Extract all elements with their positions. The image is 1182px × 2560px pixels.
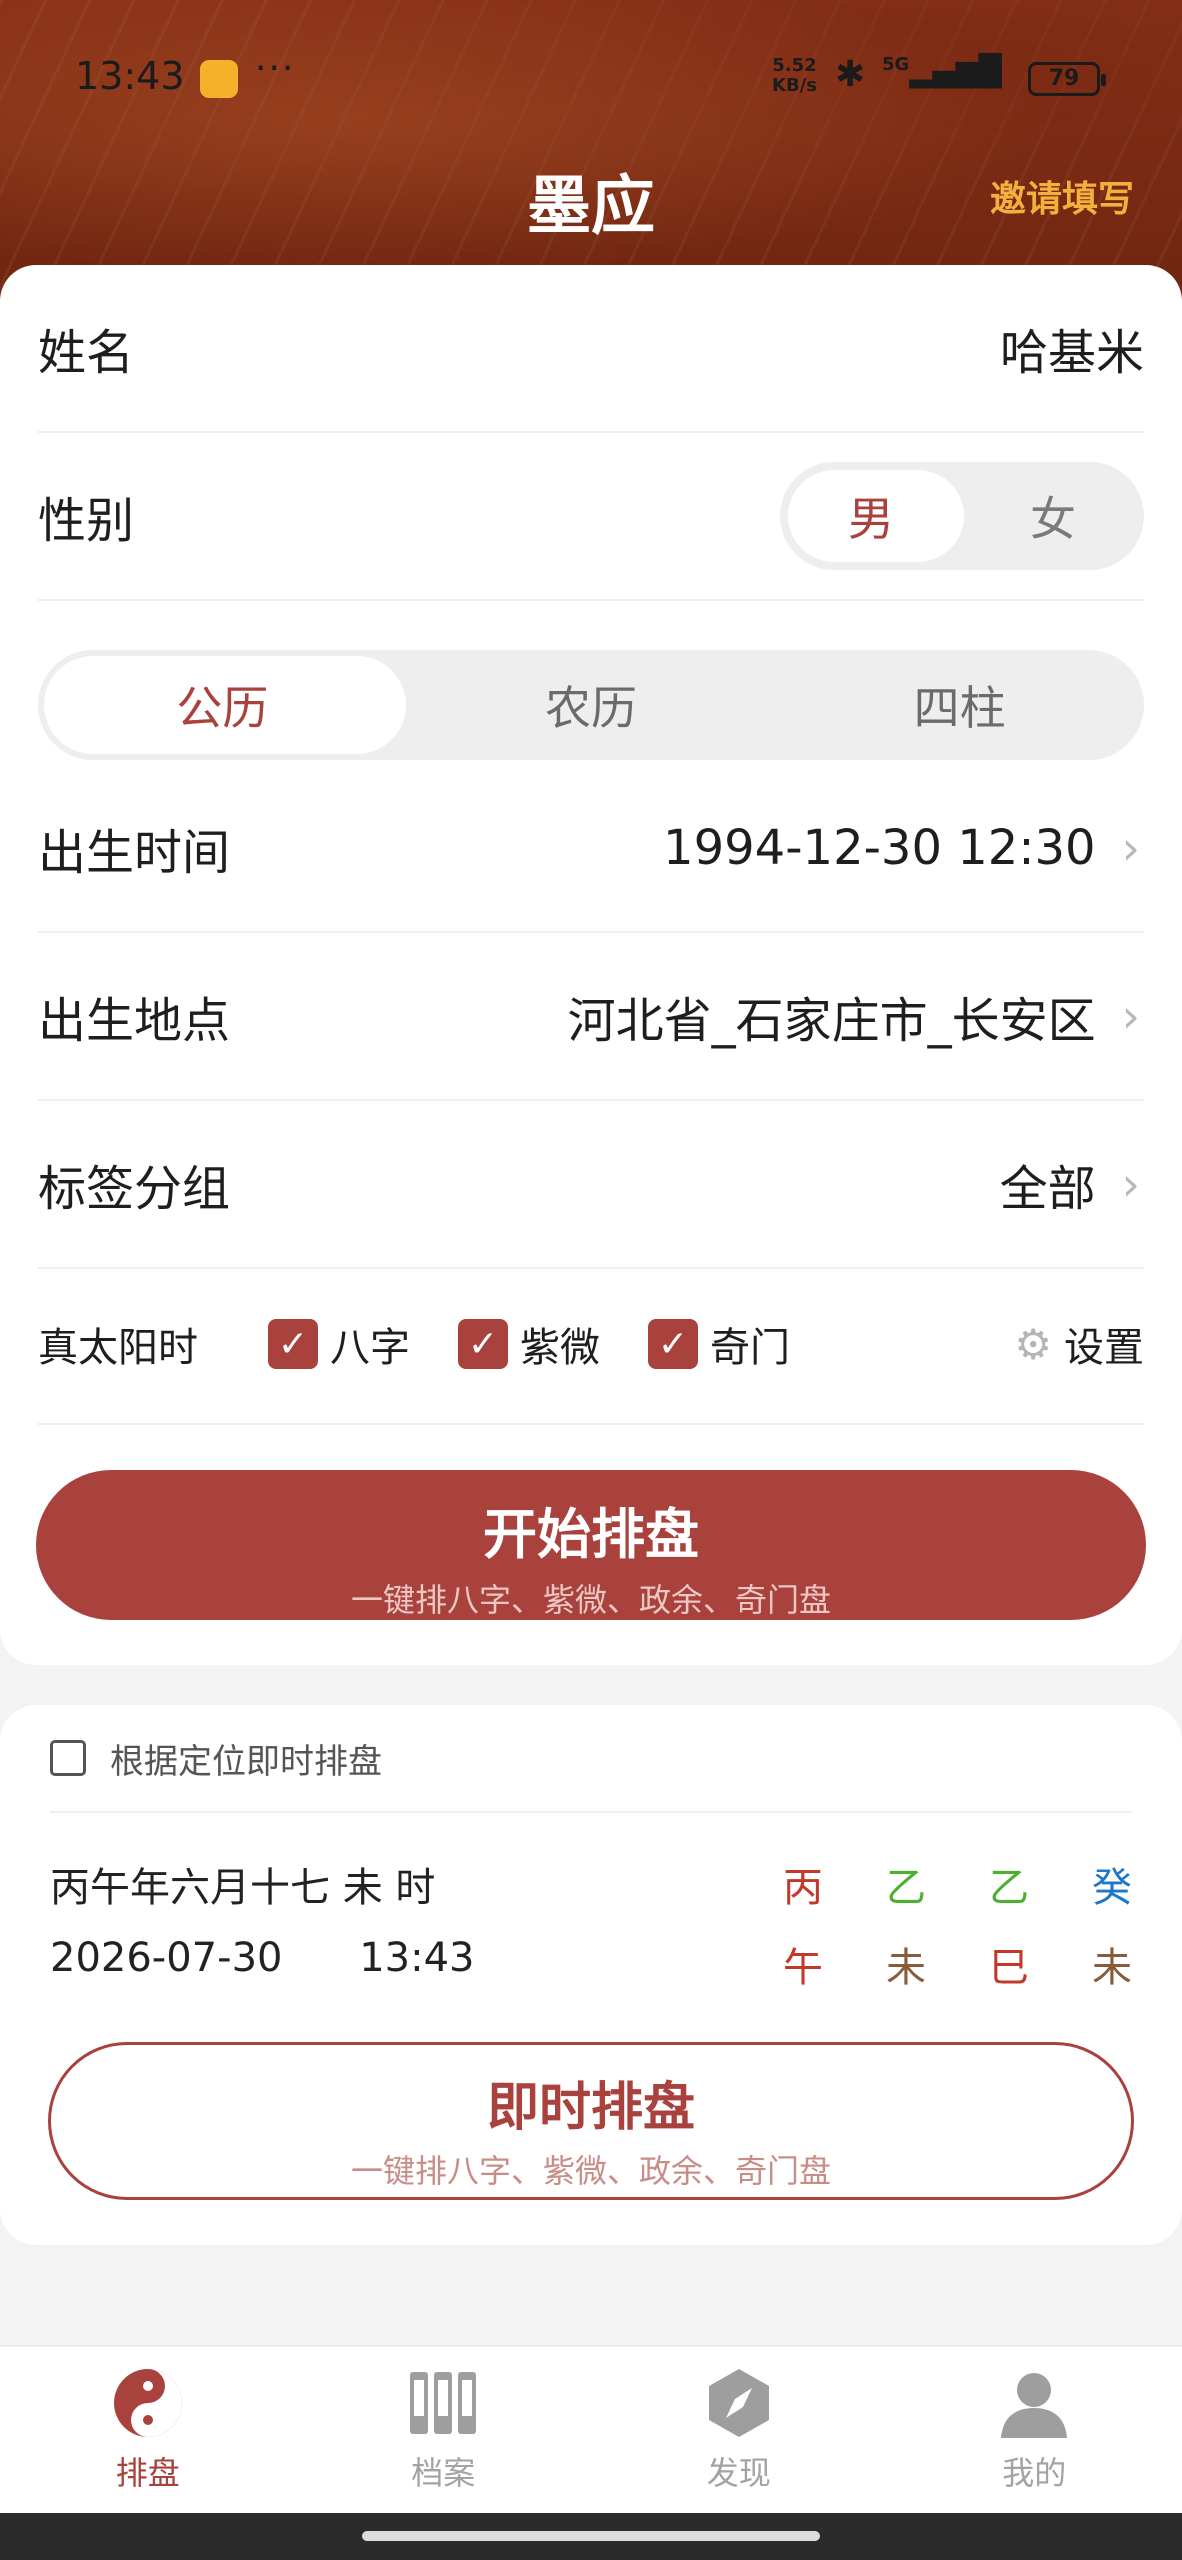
earthly-branch-day: 巳	[989, 1945, 1029, 1991]
gender-option-male[interactable]: 男	[780, 462, 962, 570]
checkbox-qimen[interactable]: ✓ 奇门	[648, 1315, 790, 1373]
location-instant-row[interactable]: 根据定位即时排盘	[50, 1705, 1132, 1813]
heavenly-stem-year: 丙	[783, 1865, 823, 1911]
current-lunar-time: 丙午年六月十七 未 时	[50, 1865, 436, 1911]
birth-place-value: 河北省_石家庄市_长安区 ›	[568, 981, 1144, 1051]
tag-group-label: 标签分组	[38, 1161, 231, 1217]
gender-label: 性别	[38, 493, 135, 549]
tab-label: 档案	[411, 2454, 476, 2492]
earthly-branch-month: 未	[886, 1945, 926, 1991]
heavenly-stem-hour: 癸	[1092, 1865, 1132, 1911]
heavenly-stem-day: 乙	[989, 1865, 1029, 1911]
bluetooth-icon: ✱	[835, 54, 866, 95]
system-nav-bar	[0, 2513, 1182, 2560]
compass-icon	[708, 2369, 769, 2437]
start-chart-button-sub: 一键排八字、紫微、政余、奇门盘	[350, 1581, 831, 1619]
earthly-branch-hour: 未	[1092, 1945, 1132, 1991]
checkbox-ziwei-label: 紫微	[520, 1325, 600, 1371]
settings-button[interactable]: ⚙ 设置	[1014, 1315, 1144, 1373]
network-speed: 5.52 KB/s	[772, 56, 817, 96]
profile-icon	[1001, 2373, 1068, 2438]
instant-chart-card: 根据定位即时排盘 丙午年六月十七 未 时 2026-07-30 13:43 丙 …	[0, 1705, 1182, 2245]
header-background: 13:43 ··· 5.52 KB/s ✱ 5G▂▄▆█ ◠ 79 墨应 邀请填…	[0, 0, 1182, 300]
checkbox-checked-icon: ✓	[648, 1319, 698, 1369]
notification-app-icon	[200, 60, 238, 98]
tab-four-pillars[interactable]: 四柱	[775, 650, 1144, 760]
gear-icon: ⚙	[1014, 1319, 1052, 1369]
instant-chart-button[interactable]: 即时排盘 一键排八字、紫微、政余、奇门盘	[48, 2042, 1134, 2200]
tag-group-row[interactable]: 标签分组 全部 ›	[38, 1101, 1144, 1269]
birth-time-value: 1994-12-30 12:30 ›	[663, 820, 1144, 876]
checkbox-bazi[interactable]: ✓ 八字	[268, 1315, 410, 1373]
status-bar: 13:43 ··· 5.52 KB/s ✱ 5G▂▄▆█ ◠ 79	[0, 48, 1182, 108]
network-speed-value: 5.52	[772, 55, 817, 76]
bottom-tab-bar: 排盘 档案 发现 我的	[0, 2345, 1182, 2513]
checkbox-ziwei[interactable]: ✓ 紫微	[458, 1315, 600, 1373]
status-time: 13:43	[75, 54, 185, 98]
tag-group-text: 全部	[999, 1161, 1096, 1217]
birth-place-text: 河北省_石家庄市_长安区	[567, 993, 1096, 1049]
location-checkbox-label: 根据定位即时排盘	[110, 1741, 382, 1782]
chevron-right-icon: ›	[1121, 989, 1140, 1043]
current-date-time: 2026-07-30 13:43	[50, 1935, 538, 1981]
checkbox-checked-icon: ✓	[458, 1319, 508, 1369]
chart-form-card: 姓名 哈基米 性别 男 女 公历 农历 四柱 出生时间 1994-12-30 1…	[0, 265, 1182, 1665]
tag-group-value: 全部 ›	[1000, 1149, 1144, 1219]
instant-chart-button-label: 即时排盘	[486, 2078, 695, 2138]
tab-label: 发现	[706, 2454, 771, 2492]
name-label: 姓名	[38, 325, 135, 381]
current-date: 2026-07-30	[50, 1935, 283, 1981]
battery-indicator: 79	[1028, 62, 1106, 96]
network-speed-unit: KB/s	[772, 75, 817, 96]
name-value-text: 哈基米	[999, 325, 1144, 381]
home-gesture-handle[interactable]	[362, 2531, 820, 2541]
birth-time-text: 1994-12-30 12:30	[663, 820, 1096, 876]
wifi-icon: ◠	[965, 52, 999, 96]
true-solar-time-row: 真太阳时 ✓ 八字 ✓ 紫微 ✓ 奇门 ⚙ 设置	[38, 1265, 1144, 1425]
solar-time-label: 真太阳时	[38, 1325, 198, 1371]
start-chart-button[interactable]: 开始排盘 一键排八字、紫微、政余、奇门盘	[36, 1470, 1146, 1620]
gender-toggle[interactable]: 男 女	[780, 462, 1144, 570]
gender-row: 性别 男 女	[38, 433, 1144, 601]
tab-archive[interactable]: 档案	[296, 2347, 592, 2513]
location-checkbox[interactable]	[50, 1740, 86, 1776]
gender-option-female[interactable]: 女	[962, 462, 1144, 570]
checkbox-qimen-label: 奇门	[710, 1325, 790, 1371]
instant-chart-button-sub: 一键排八字、紫微、政余、奇门盘	[350, 2152, 831, 2190]
tab-profile[interactable]: 我的	[887, 2347, 1182, 2513]
checkbox-checked-icon: ✓	[268, 1319, 318, 1369]
birth-time-row[interactable]: 出生时间 1994-12-30 12:30 ›	[38, 765, 1144, 933]
start-chart-button-label: 开始排盘	[483, 1503, 699, 1566]
birth-place-label: 出生地点	[38, 993, 231, 1049]
birth-time-label: 出生时间	[38, 825, 231, 881]
checkbox-bazi-label: 八字	[330, 1325, 410, 1371]
signal-label: 5G	[882, 54, 910, 75]
tab-paipan[interactable]: 排盘	[0, 2347, 296, 2513]
tab-label: 我的	[1002, 2454, 1067, 2492]
more-notifications-icon: ···	[255, 48, 296, 89]
chevron-right-icon: ›	[1121, 821, 1140, 875]
heavenly-stem-month: 乙	[886, 1865, 926, 1911]
chevron-right-icon: ›	[1121, 1157, 1140, 1211]
yin-yang-icon	[113, 2369, 182, 2437]
current-time: 13:43	[359, 1935, 475, 1981]
archive-icon	[410, 2372, 477, 2434]
settings-label: 设置	[1064, 1325, 1144, 1371]
name-row[interactable]: 姓名 哈基米	[38, 265, 1144, 433]
tab-lunar[interactable]: 农历	[407, 650, 776, 760]
tab-label: 排盘	[115, 2454, 180, 2492]
tab-discover[interactable]: 发现	[591, 2347, 887, 2513]
invite-fill-button[interactable]: 邀请填写	[990, 170, 1134, 222]
name-value[interactable]: 哈基米	[1000, 313, 1144, 383]
tab-gregorian[interactable]: 公历	[38, 650, 407, 760]
birth-place-row[interactable]: 出生地点 河北省_石家庄市_长安区 ›	[38, 933, 1144, 1101]
calendar-type-tabs: 公历 农历 四柱	[38, 650, 1144, 760]
earthly-branch-year: 午	[783, 1945, 823, 1991]
